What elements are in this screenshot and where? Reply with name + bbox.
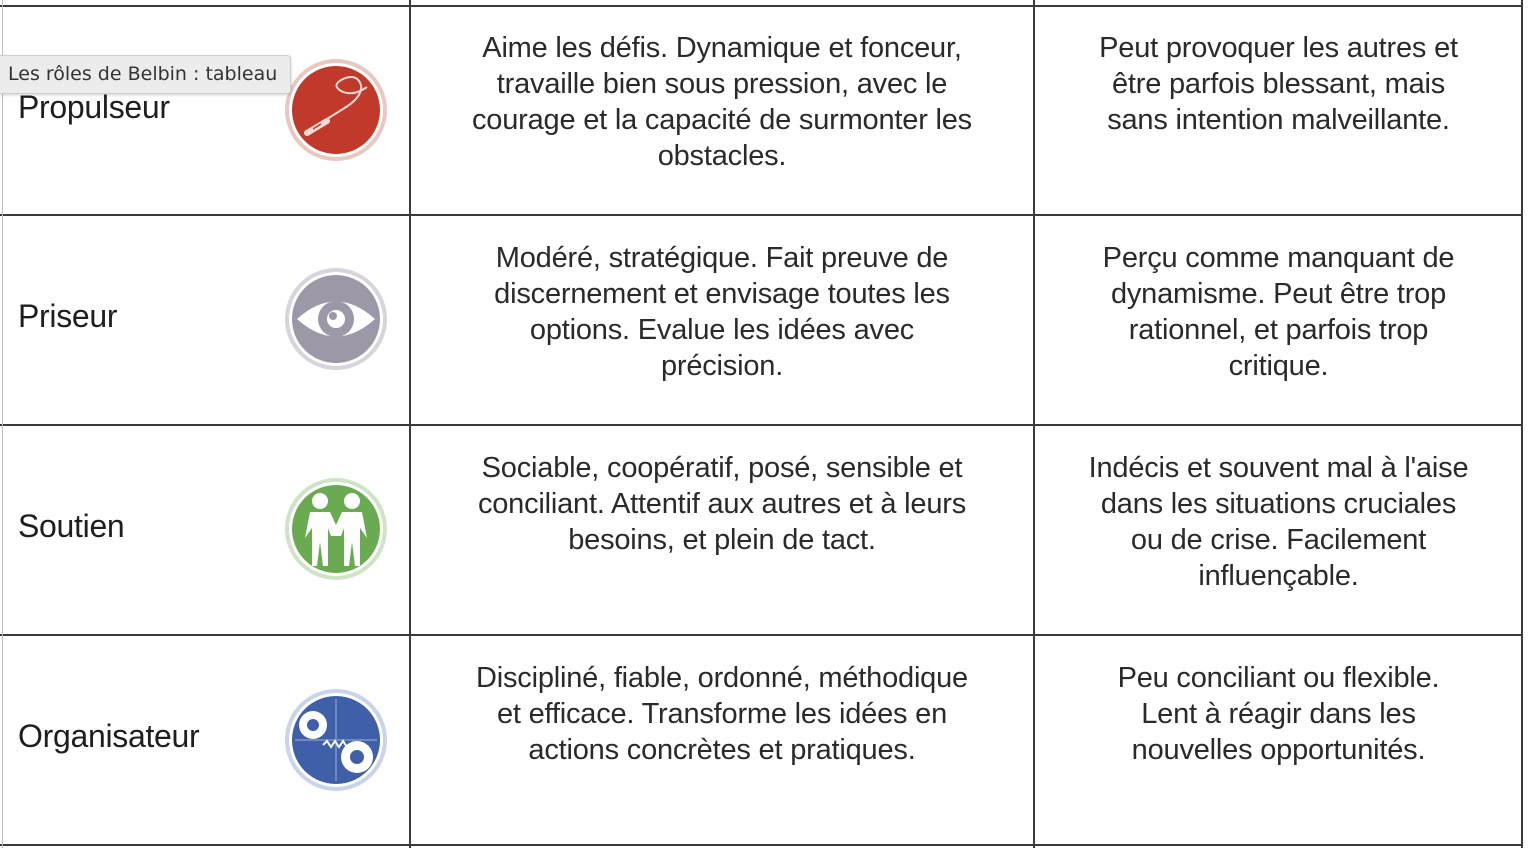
strengths-cell: Discipliné, fiable, ordonné, méthodique … [476,662,968,766]
table-row-organisateur: Organisateur Discipliné, fiable, ordonné… [0,636,1522,844]
strengths-cell: Sociable, coopératif, posé, sensible et … [477,452,967,556]
belbin-roles-table: Propulseur Aime les défis. Dynamique et … [0,0,1528,848]
whip-icon [285,59,387,161]
role-cell: Organisateur [0,636,409,844]
role-cell: Propulseur [0,7,409,214]
table-row-soutien: Soutien Sociable, coopératif, posé, sens… [0,426,1522,634]
role-name: Propulseur [18,89,170,125]
table-row-priseur: Priseur Modéré, stratégique. Fait preuve… [0,216,1522,424]
row-divider [0,844,1522,846]
role-name: Priseur [18,298,118,334]
image-title-tooltip: Les rôles de Belbin : tableau [0,55,292,94]
two-people-icon [285,478,387,580]
weaknesses-cell: Peu conciliant ou flexible. Lent à réagi… [1117,662,1440,766]
weaknesses-cell: Indécis et souvent mal à l'aise dans les… [1088,452,1469,592]
strengths-cell: Aime les défis. Dynamique et fonceur, tr… [472,32,972,172]
weaknesses-cell: Perçu comme manquant de dynamisme. Peut … [1102,242,1455,382]
eye-icon [285,268,387,370]
table-row-propulseur: Propulseur Aime les défis. Dynamique et … [0,7,1522,214]
role-name: Soutien [18,508,125,544]
role-cell: Priseur [0,216,409,424]
strengths-cell: Modéré, stratégique. Fait preuve de disc… [494,242,950,382]
role-name: Organisateur [18,718,200,754]
weaknesses-cell: Peut provoquer les autres et être parfoi… [1099,32,1458,136]
gears-icon [285,689,387,791]
role-cell: Soutien [0,426,409,634]
